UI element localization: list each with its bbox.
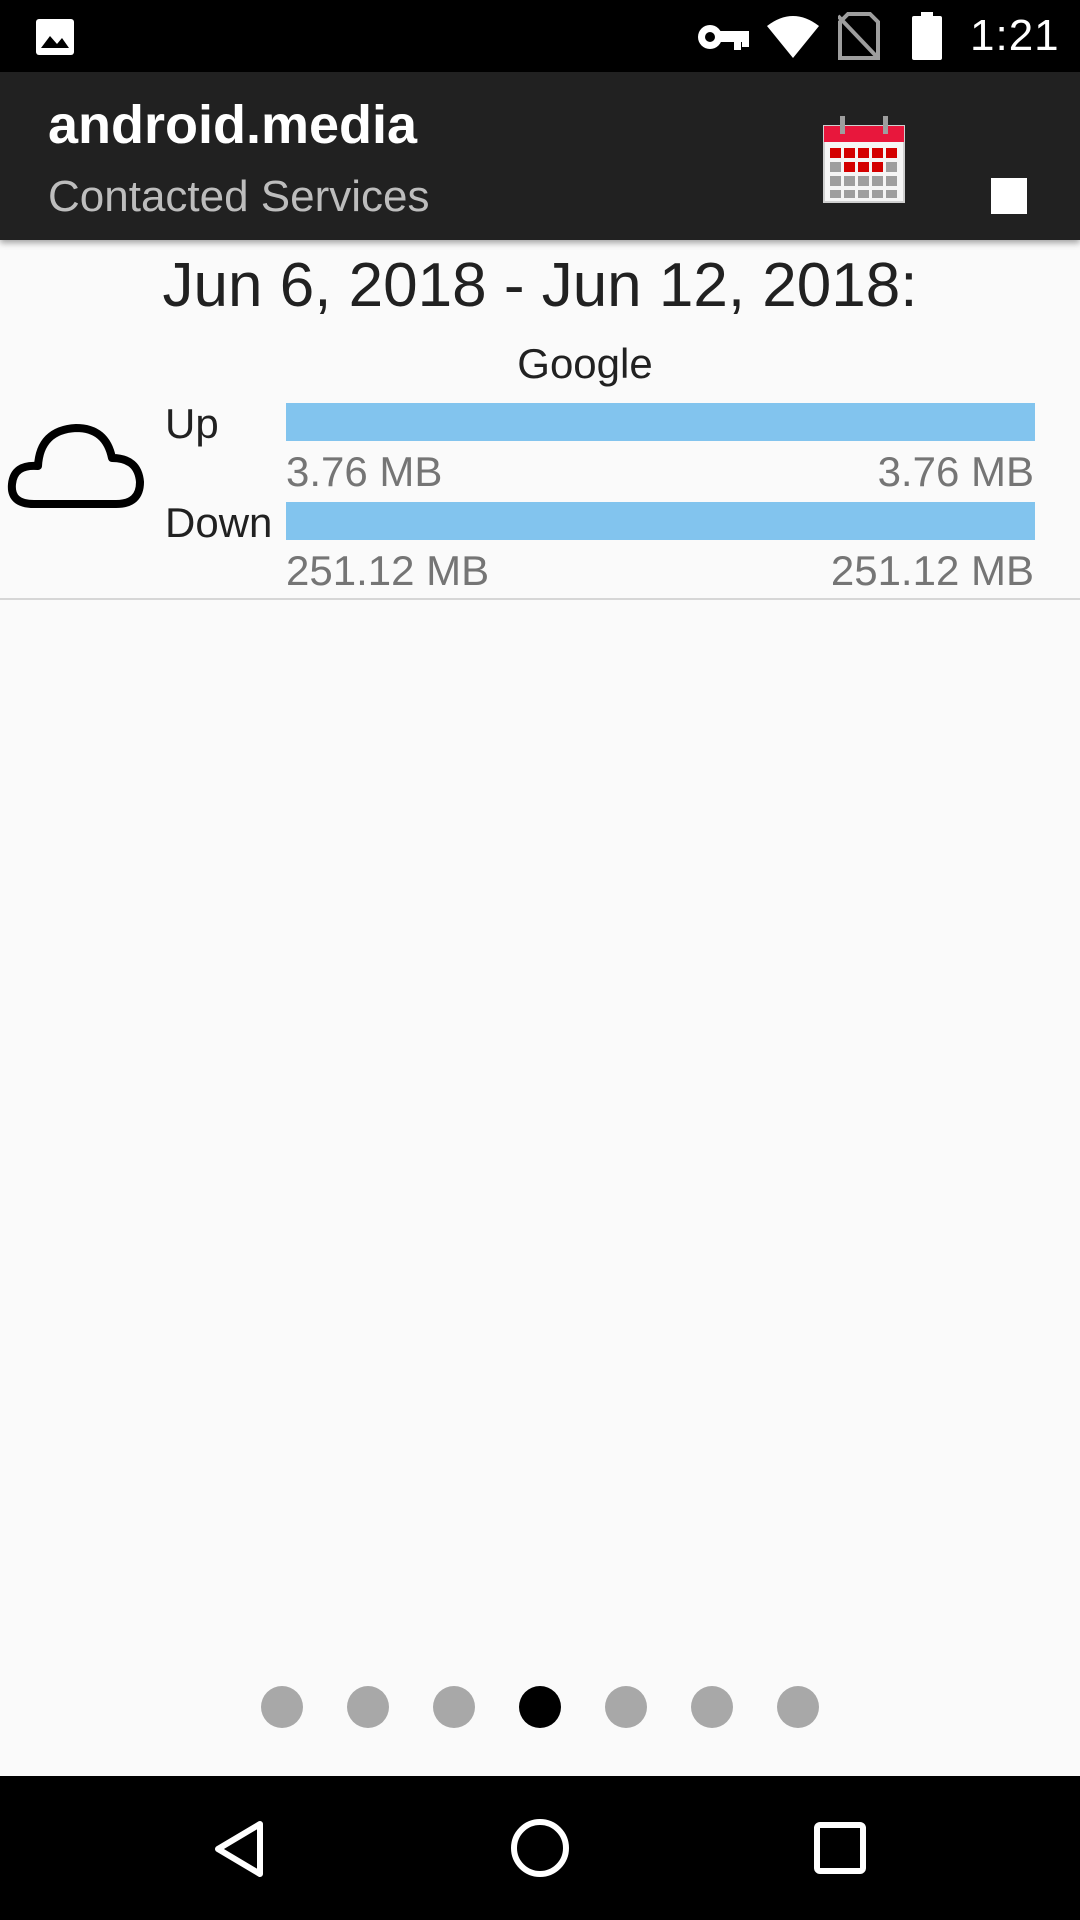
app-subtitle: Contacted Services (48, 172, 430, 221)
page-dot[interactable] (519, 1686, 561, 1728)
up-bar-fill (286, 403, 1035, 441)
date-range-heading: Jun 6, 2018 - Jun 12, 2018: (162, 251, 918, 320)
back-button[interactable] (190, 1798, 290, 1898)
recents-icon (814, 1822, 866, 1874)
navigation-bar (0, 1776, 1080, 1920)
back-icon (215, 1821, 263, 1877)
up-total: 3.76 MB (877, 448, 1034, 495)
battery-icon (912, 12, 942, 60)
service-name: Google (517, 340, 653, 387)
recents-button[interactable] (790, 1798, 890, 1898)
stop-button[interactable] (960, 112, 1056, 214)
up-label: Up (165, 400, 219, 447)
status-time: 1:21 (970, 11, 1060, 60)
wifi-icon (767, 16, 819, 58)
image-icon (36, 19, 74, 55)
page-dot[interactable] (261, 1686, 303, 1728)
page-dot[interactable] (347, 1686, 389, 1728)
app-bar: android.media Contacted Services (0, 72, 1080, 240)
page-dot[interactable] (691, 1686, 733, 1728)
page-dot[interactable] (433, 1686, 475, 1728)
page-indicator (0, 1686, 1080, 1730)
divider (0, 598, 1080, 600)
down-total: 251.12 MB (830, 547, 1034, 594)
stop-icon (991, 178, 1027, 214)
vpn-key-icon (698, 25, 749, 50)
app-title: android.media (48, 95, 418, 155)
calendar-icon (823, 116, 905, 203)
up-bar (286, 403, 1035, 441)
page-dot[interactable] (777, 1686, 819, 1728)
calendar-button[interactable] (816, 112, 912, 208)
home-icon (511, 1819, 569, 1877)
down-bar-fill (286, 502, 1035, 540)
down-value: 251.12 MB (286, 547, 490, 594)
home-button[interactable] (490, 1798, 590, 1898)
screen: 1:21 android.media Contacted Services Ju… (0, 0, 1080, 1920)
up-value: 3.76 MB (286, 448, 443, 495)
cloud-icon (7, 424, 144, 508)
page-dot[interactable] (605, 1686, 647, 1728)
down-label: Down (165, 499, 273, 546)
no-sim-icon (838, 12, 880, 60)
down-bar (286, 502, 1035, 540)
status-bar: 1:21 (0, 0, 1080, 72)
